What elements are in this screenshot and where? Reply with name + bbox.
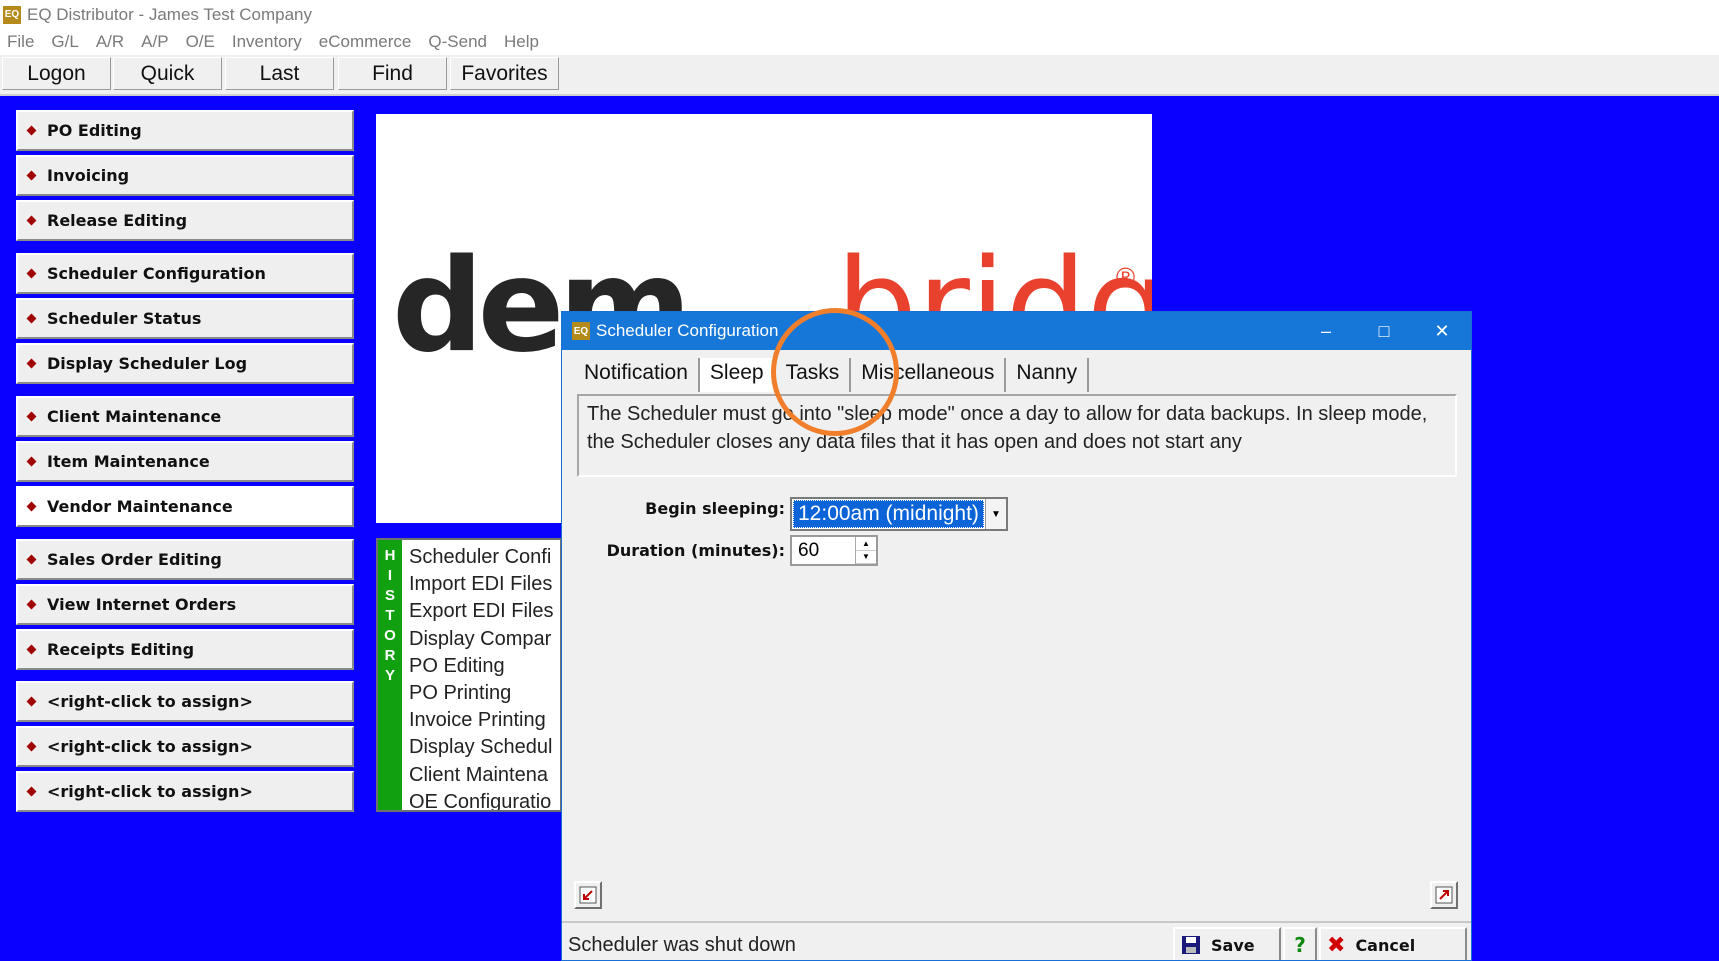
diamond-icon <box>26 313 37 324</box>
save-icon <box>1182 936 1200 954</box>
tab-miscellaneous[interactable]: Miscellaneous <box>851 358 1007 392</box>
menu-ap[interactable]: A/P <box>141 32 168 52</box>
begin-sleeping-select[interactable]: 12:00am (midnight) ▼ <box>790 497 1008 531</box>
history-panel: H I S T O R Y Scheduler Confi Import EDI… <box>376 538 562 812</box>
spinner-buttons: ▲ ▼ <box>855 537 876 564</box>
diamond-icon <box>26 411 37 422</box>
menu-oe[interactable]: O/E <box>186 32 215 52</box>
history-item[interactable]: Display Schedul <box>409 734 553 761</box>
spin-up-icon[interactable]: ▲ <box>856 537 876 551</box>
tab-notification[interactable]: Notification <box>574 358 700 392</box>
close-icon[interactable]: ✕ <box>1415 312 1469 350</box>
history-item[interactable]: Client Maintena <box>409 762 553 789</box>
diamond-icon <box>26 268 37 279</box>
dialog-title-bar: EQ Scheduler Configuration – □ ✕ <box>562 312 1471 350</box>
menu-file[interactable]: File <box>7 32 34 52</box>
history-item[interactable]: Scheduler Confi <box>409 544 553 571</box>
nav-invoicing[interactable]: Invoicing <box>16 155 354 196</box>
maximize-icon[interactable]: □ <box>1357 312 1411 350</box>
nav-po-editing[interactable]: PO Editing <box>16 110 354 151</box>
scheduler-configuration-dialog: EQ Scheduler Configuration – □ ✕ Notific… <box>561 311 1472 961</box>
diamond-icon <box>26 696 37 707</box>
diamond-icon <box>26 125 37 136</box>
history-item[interactable]: Export EDI Files <box>409 598 553 625</box>
tab-sleep[interactable]: Sleep <box>699 358 776 392</box>
diamond-icon <box>26 786 37 797</box>
import-icon <box>579 886 597 904</box>
history-list: Scheduler Confi Import EDI Files Export … <box>409 544 553 810</box>
tab-strip: Notification Sleep Tasks Miscellaneous N… <box>574 358 1090 392</box>
menu-inventory[interactable]: Inventory <box>232 32 302 52</box>
nav-sales-order-editing[interactable]: Sales Order Editing <box>16 539 354 580</box>
app-title-bar: EQ EQ Distributor - James Test Company <box>0 0 1719 29</box>
toolbar: Logon Quick Last Find Favorites <box>0 55 1719 96</box>
history-item[interactable]: OE Configuratio <box>409 789 553 810</box>
nav-scheduler-status[interactable]: Scheduler Status <box>16 298 354 339</box>
dialog-app-icon: EQ <box>572 322 590 340</box>
diamond-icon <box>26 170 37 181</box>
nav-vendor-maintenance[interactable]: Vendor Maintenance <box>16 486 354 527</box>
quick-button[interactable]: Quick <box>113 57 222 90</box>
menu-ecommerce[interactable]: eCommerce <box>319 32 412 52</box>
status-bar: Scheduler was shut down Save ? ✖ Cancel <box>562 921 1471 960</box>
spin-down-icon[interactable]: ▼ <box>856 551 876 564</box>
diamond-icon <box>26 215 37 226</box>
nav-receipts-editing[interactable]: Receipts Editing <box>16 629 354 670</box>
diamond-icon <box>26 358 37 369</box>
duration-label: Duration (minutes): <box>606 541 785 560</box>
nav-display-scheduler-log[interactable]: Display Scheduler Log <box>16 343 354 384</box>
nav-item-maintenance[interactable]: Item Maintenance <box>16 441 354 482</box>
history-item[interactable]: Display Compar <box>409 626 553 653</box>
history-item[interactable]: Invoice Printing <box>409 707 553 734</box>
find-button[interactable]: Find <box>338 57 447 90</box>
app-icon: EQ <box>3 5 21 24</box>
diamond-icon <box>26 554 37 565</box>
nav-scheduler-configuration[interactable]: Scheduler Configuration <box>16 253 354 294</box>
history-bar: H I S T O R Y <box>378 540 402 810</box>
history-item[interactable]: PO Printing <box>409 680 553 707</box>
menu-gl[interactable]: G/L <box>51 32 78 52</box>
menu-qsend[interactable]: Q-Send <box>428 32 487 52</box>
diamond-icon <box>26 644 37 655</box>
sleep-description: The Scheduler must go into "sleep mode" … <box>577 394 1457 477</box>
menu-ar[interactable]: A/R <box>96 32 124 52</box>
registered-icon: ® <box>1116 262 1136 292</box>
tab-nanny[interactable]: Nanny <box>1006 358 1090 392</box>
export-button[interactable] <box>1430 881 1458 909</box>
favorites-button[interactable]: Favorites <box>450 57 559 90</box>
logon-button[interactable]: Logon <box>2 57 111 90</box>
nav-release-editing[interactable]: Release Editing <box>16 200 354 241</box>
nav-client-maintenance[interactable]: Client Maintenance <box>16 396 354 437</box>
history-item[interactable]: PO Editing <box>409 653 553 680</box>
diamond-icon <box>26 741 37 752</box>
tab-tasks[interactable]: Tasks <box>776 358 852 392</box>
nav-unassigned-3[interactable]: <right-click to assign> <box>16 771 354 812</box>
save-button[interactable]: Save <box>1173 927 1281 960</box>
app-title: EQ Distributor - James Test Company <box>27 4 312 24</box>
begin-sleeping-label: Begin sleeping: <box>645 499 785 518</box>
begin-sleeping-value: 12:00am (midnight) <box>793 500 984 528</box>
dialog-title: Scheduler Configuration <box>596 321 779 340</box>
chevron-down-icon[interactable]: ▼ <box>985 499 1006 529</box>
duration-stepper[interactable]: 60 ▲ ▼ <box>790 535 878 566</box>
nav-unassigned-1[interactable]: <right-click to assign> <box>16 681 354 722</box>
help-button[interactable]: ? <box>1283 927 1317 960</box>
import-button[interactable] <box>574 881 602 909</box>
nav-unassigned-2[interactable]: <right-click to assign> <box>16 726 354 767</box>
nav-view-internet-orders[interactable]: View Internet Orders <box>16 584 354 625</box>
diamond-icon <box>26 456 37 467</box>
diamond-icon <box>26 599 37 610</box>
history-item[interactable]: Import EDI Files <box>409 571 553 598</box>
cancel-x-icon: ✖ <box>1327 932 1346 958</box>
duration-value: 60 <box>798 539 820 561</box>
status-text: Scheduler was shut down <box>568 934 796 956</box>
diamond-icon <box>26 501 37 512</box>
minimize-icon[interactable]: – <box>1299 312 1353 350</box>
cancel-button[interactable]: ✖ Cancel <box>1319 927 1467 960</box>
menu-help[interactable]: Help <box>504 32 539 52</box>
menu-bar: File G/L A/R A/P O/E Inventory eCommerce… <box>0 29 1719 55</box>
last-button[interactable]: Last <box>225 57 334 90</box>
export-icon <box>1435 886 1453 904</box>
